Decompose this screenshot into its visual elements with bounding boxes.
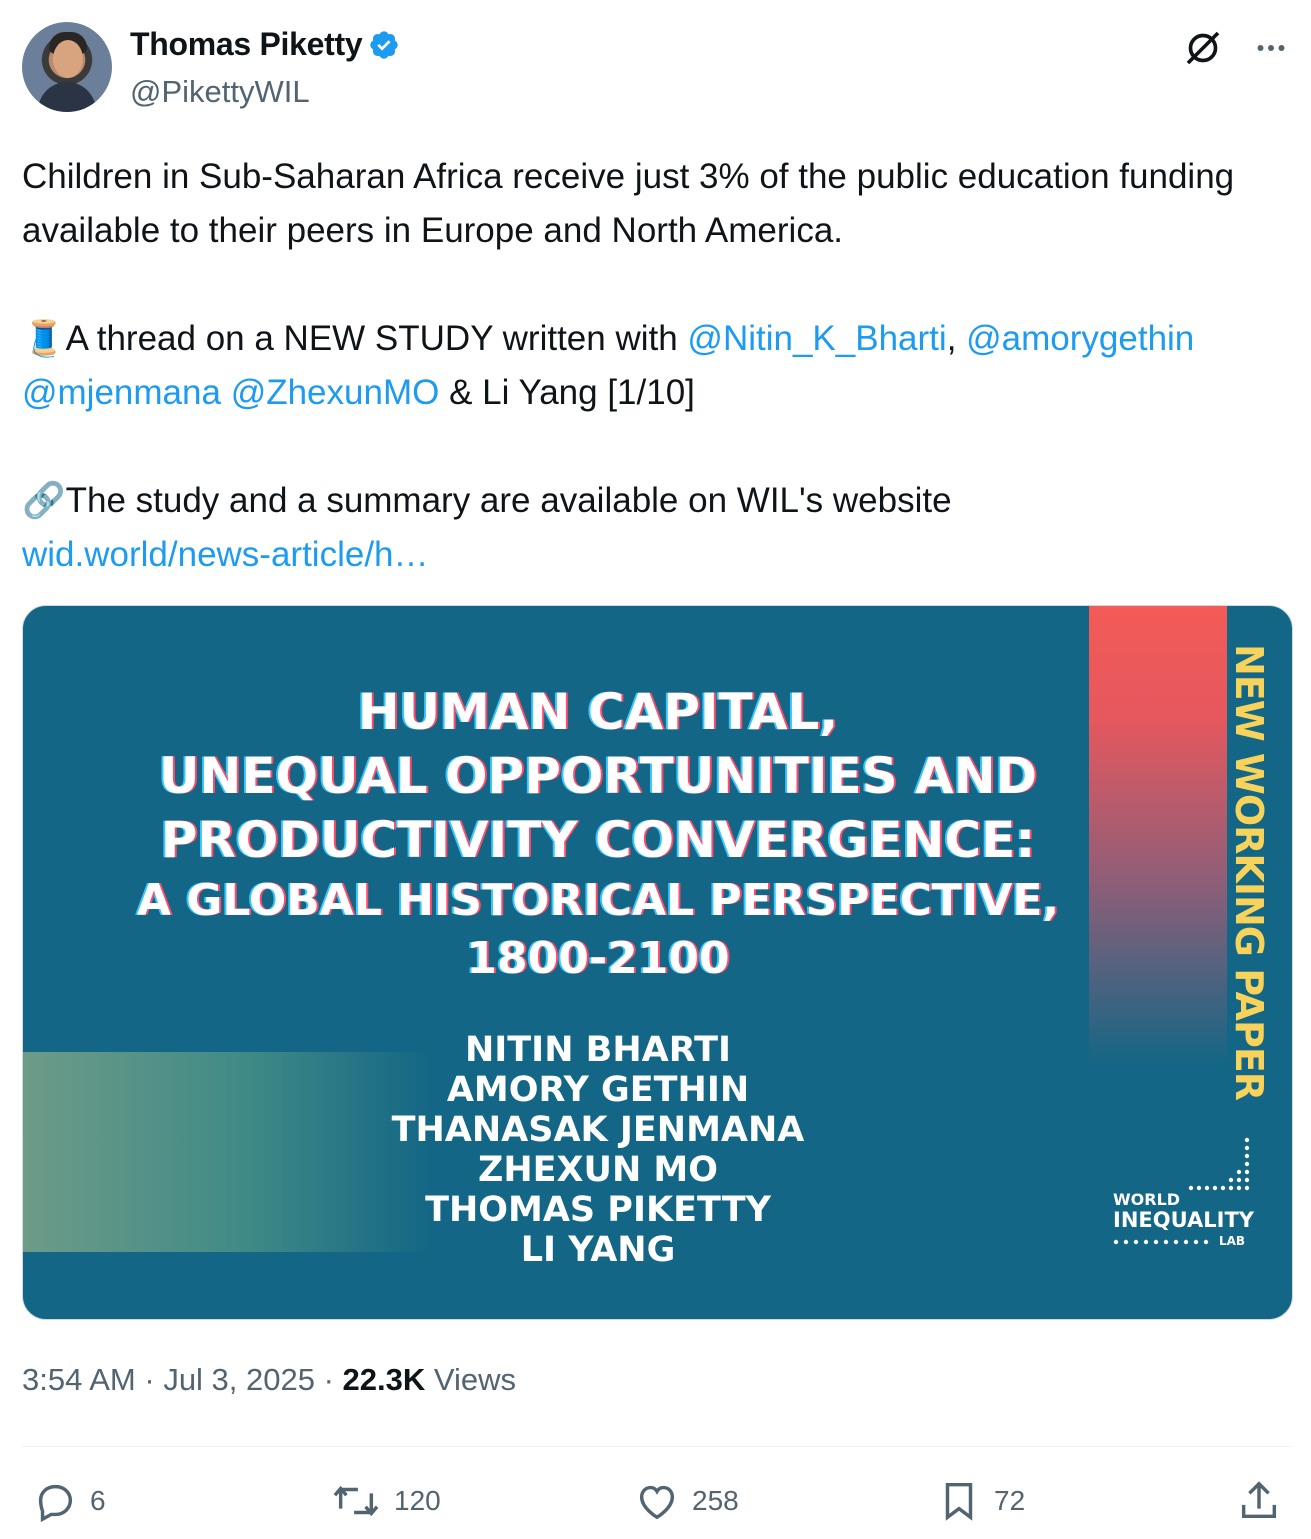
paper-title-line-2: UNEQUAL OPPORTUNITIES AND	[158, 747, 1038, 805]
paper-author: THOMAS PIKETTY	[425, 1190, 771, 1230]
paper-authors: NITIN BHARTI AMORY GETHIN THANASAK JENMA…	[323, 1030, 873, 1270]
paper-author: ZHEXUN MO	[477, 1150, 719, 1190]
avatar-face	[53, 40, 83, 78]
world-inequality-lab-logo: WORLD INEQUALITY LAB	[1113, 1134, 1254, 1254]
paper-title-line-4: A GLOBAL HISTORICAL PERSPECTIVE,	[136, 875, 1060, 926]
paper-author: LI YANG	[520, 1230, 676, 1270]
share-button[interactable]	[1236, 1478, 1282, 1524]
reply-icon	[38, 1484, 73, 1523]
reply-button[interactable]: 6	[32, 1478, 106, 1524]
author-name[interactable]: Thomas Piketty	[130, 26, 363, 63]
logo-inequality: INEQUALITY	[1113, 1208, 1254, 1232]
like-button[interactable]: 258	[634, 1478, 739, 1524]
meta-separator: ·	[314, 1362, 343, 1397]
mention-mjenmana[interactable]: @mjenmana	[22, 373, 221, 412]
logo-dots-icon	[1188, 1137, 1250, 1191]
paper-title-line-1: HUMAN CAPITAL,	[357, 683, 839, 741]
mention-amory[interactable]: @amorygethin	[966, 319, 1194, 358]
paper-title: HUMAN CAPITAL, UNEQUAL OPPORTUNITIES AND…	[123, 680, 1073, 988]
bookmark-button[interactable]: 72	[936, 1478, 1025, 1524]
thread-tail: & Li Yang [1/10]	[439, 373, 695, 412]
avatar-shirt	[38, 82, 96, 112]
repost-button[interactable]: 120	[330, 1478, 441, 1524]
author-handle[interactable]: @PikettyWIL	[130, 74, 310, 110]
paper-author: THANASAK JENMANA	[391, 1110, 805, 1150]
repost-count: 120	[394, 1485, 441, 1516]
paper-author: AMORY GETHIN	[446, 1070, 750, 1110]
repost-icon	[333, 1485, 379, 1517]
tweet-date[interactable]: Jul 3, 2025	[163, 1362, 315, 1397]
bookmark-icon	[945, 1482, 973, 1521]
paper-author: NITIN BHARTI	[464, 1030, 732, 1070]
logo-lab: LAB	[1219, 1234, 1246, 1248]
study-text: The study and a summary are available on…	[65, 481, 952, 520]
media-card[interactable]: HUMAN CAPITAL, UNEQUAL OPPORTUNITIES AND…	[22, 605, 1293, 1320]
tweet-time[interactable]: 3:54 AM	[22, 1362, 136, 1397]
link-emoji: 🔗	[22, 481, 66, 520]
mention-comma: ,	[946, 319, 967, 358]
meta-separator: ·	[135, 1362, 164, 1397]
red-accent-band	[1089, 606, 1227, 1066]
grok-icon[interactable]	[1183, 28, 1223, 68]
views-label: Views	[425, 1362, 517, 1397]
paper-title-line-3: PRODUCTIVITY CONVERGENCE:	[160, 811, 1036, 869]
views-count[interactable]: 22.3K	[343, 1362, 426, 1397]
thread-emoji: 🧵	[22, 319, 66, 358]
new-working-paper-label: NEW WORKING PAPER	[1227, 644, 1271, 1101]
reply-count: 6	[90, 1485, 106, 1516]
divider	[22, 1446, 1293, 1447]
article-link[interactable]: wid.world/news-article/h…	[22, 535, 429, 574]
avatar[interactable]	[22, 22, 112, 112]
more-options-icon[interactable]	[1253, 30, 1289, 66]
action-bar: 6 120 258 72	[22, 1470, 1293, 1534]
mention-zhexun[interactable]: @ZhexunMO	[231, 373, 440, 412]
bookmark-count: 72	[994, 1485, 1026, 1516]
logo-dotted-line	[1113, 1239, 1209, 1245]
paper-title-line-5: 1800-2100	[466, 933, 730, 984]
share-icon	[1241, 1481, 1277, 1519]
tweet-line-1: Children in Sub-Saharan Africa receive j…	[22, 157, 1244, 250]
like-count: 258	[692, 1485, 739, 1516]
tweet-meta: 3:54 AM · Jul 3, 2025 · 22.3K Views	[22, 1362, 516, 1398]
like-icon	[639, 1485, 675, 1520]
header-actions	[1183, 28, 1289, 68]
tweet-text: Children in Sub-Saharan Africa receive j…	[22, 150, 1292, 582]
logo-world: WORLD	[1113, 1190, 1181, 1209]
verified-badge-icon	[370, 30, 398, 59]
thread-text: A thread on a NEW STUDY written with	[65, 319, 688, 358]
author-name-row: Thomas Piketty	[130, 26, 400, 63]
mention-nitin[interactable]: @Nitin_K_Bharti	[687, 319, 946, 358]
